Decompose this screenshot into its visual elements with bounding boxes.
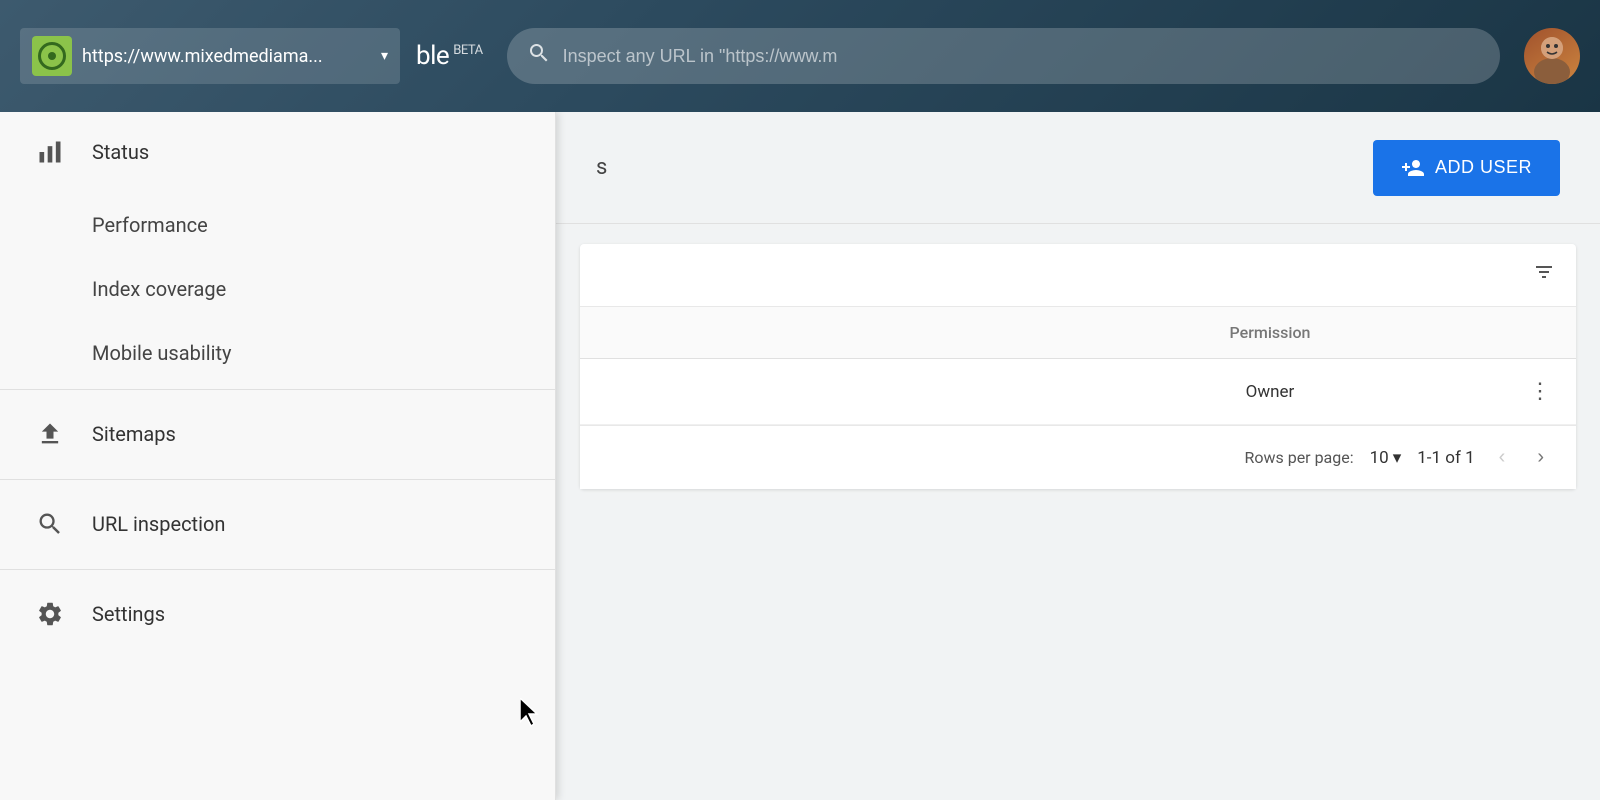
sidebar-item-performance[interactable]: Performance (0, 193, 555, 257)
bar-chart-icon (32, 134, 68, 170)
site-favicon (32, 36, 72, 76)
sidebar-label-index-coverage: Index coverage (92, 277, 226, 301)
sidebar-label-mobile-usability: Mobile usability (92, 341, 231, 365)
sidebar-item-mobile-usability[interactable]: Mobile usability (0, 321, 555, 385)
sidebar-item-status[interactable]: Status (0, 112, 555, 193)
avatar-image (1524, 28, 1580, 84)
sidebar-item-sitemaps[interactable]: Sitemaps (0, 394, 555, 475)
col-user (604, 323, 1048, 342)
cell-permission: Owner (1048, 382, 1492, 402)
rows-per-page-label: Rows per page: (1244, 448, 1353, 467)
sidebar-divider-3 (0, 569, 555, 570)
main-content: s ADD USER Permission Owner (556, 112, 1600, 800)
sidebar-item-settings[interactable]: Settings (0, 574, 555, 655)
sidebar-label-status: Status (92, 140, 149, 164)
users-table-container: Permission Owner ⋮ Rows per page: 10 ▾ 1… (580, 244, 1576, 489)
app-title: bleBETA (416, 41, 483, 71)
rows-per-page-select[interactable]: 10 ▾ (1370, 448, 1402, 468)
search-icon (32, 506, 68, 542)
add-user-icon (1401, 156, 1425, 180)
sidebar-divider-1 (0, 389, 555, 390)
table-header: Permission (580, 307, 1576, 359)
search-bar[interactable] (507, 28, 1500, 84)
page-range: 1-1 of 1 (1417, 448, 1474, 468)
upload-icon (32, 416, 68, 452)
table-toolbar (580, 244, 1576, 307)
sidebar: Status Performance Index coverage Mobile… (0, 112, 556, 800)
site-url: https://www.mixedmediama... (82, 46, 373, 67)
page-header: s ADD USER (556, 112, 1600, 224)
next-page-button[interactable]: › (1529, 442, 1552, 473)
sidebar-divider-2 (0, 479, 555, 480)
col-permission: Permission (1048, 323, 1492, 342)
favicon-ring (38, 42, 66, 70)
sidebar-label-settings: Settings (92, 602, 165, 626)
sidebar-label-sitemaps: Sitemaps (92, 422, 176, 446)
col-actions (1492, 323, 1552, 342)
sidebar-label-performance: Performance (92, 213, 208, 237)
gear-icon (32, 596, 68, 632)
avatar[interactable] (1524, 28, 1580, 84)
rows-dropdown-arrow: ▾ (1393, 448, 1402, 468)
table-row: Owner ⋮ (580, 359, 1576, 425)
add-user-button[interactable]: ADD USER (1373, 140, 1560, 196)
beta-badge: BETA (453, 43, 482, 58)
top-bar: https://www.mixedmediama... ▾ bleBETA (0, 0, 1600, 112)
row-actions-icon[interactable]: ⋮ (1492, 379, 1552, 404)
sidebar-item-index-coverage[interactable]: Index coverage (0, 257, 555, 321)
filter-icon[interactable] (1532, 260, 1556, 290)
pagination: Rows per page: 10 ▾ 1-1 of 1 ‹ › (580, 425, 1576, 489)
page-title: s (596, 155, 607, 180)
favicon-dot (48, 52, 56, 60)
dropdown-arrow-icon: ▾ (381, 48, 388, 64)
prev-page-button[interactable]: ‹ (1491, 442, 1514, 473)
search-icon (527, 41, 551, 71)
sidebar-item-url-inspection[interactable]: URL inspection (0, 484, 555, 565)
url-search-input[interactable] (563, 46, 1480, 67)
site-selector[interactable]: https://www.mixedmediama... ▾ (20, 28, 400, 84)
add-user-label: ADD USER (1435, 157, 1532, 178)
sidebar-label-url-inspection: URL inspection (92, 512, 225, 536)
